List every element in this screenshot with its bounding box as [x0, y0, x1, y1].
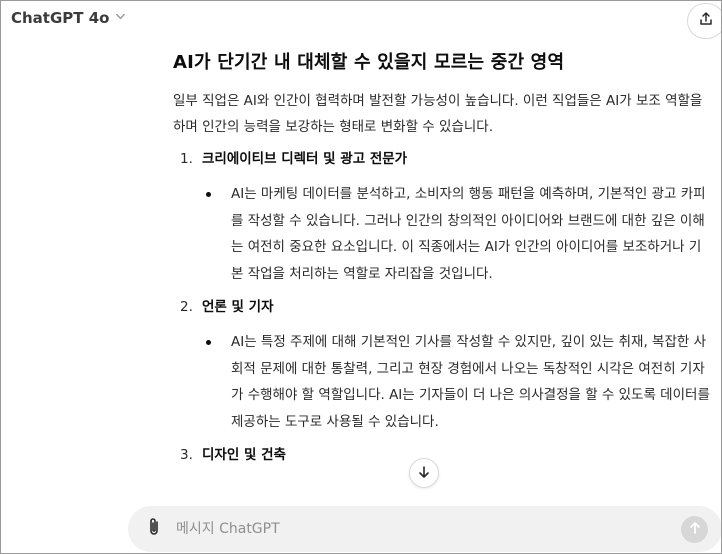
- arrow-up-icon: [688, 520, 702, 539]
- list-item: 2. 언론 및 기자 AI는 특정 주제에 대해 기본적인 기사를 작성할 수 …: [173, 294, 713, 435]
- list-item-title: 크리에이티브 디렉터 및 광고 전문가: [202, 151, 408, 167]
- paperclip-icon: [147, 517, 161, 541]
- list-item-title: 언론 및 기자: [202, 299, 274, 315]
- numbered-list: 1. 크리에이티브 디렉터 및 광고 전문가 AI는 마케팅 데이터를 분석하고…: [173, 146, 713, 468]
- attach-button[interactable]: [144, 517, 164, 541]
- model-name: ChatGPT 4o: [11, 9, 110, 27]
- chat-window: ChatGPT 4o AI가 단기간 내 대체할 수 있을지 모르는 중간 영역…: [0, 0, 722, 554]
- list-item-title: 디자인 및 건축: [202, 447, 286, 463]
- arrow-down-icon: [417, 464, 431, 483]
- bullet-dot: [206, 192, 211, 197]
- section-heading: AI가 단기간 내 대체할 수 있을지 모르는 중간 영역: [173, 52, 565, 73]
- send-button[interactable]: [681, 516, 708, 543]
- assistant-message: AI가 단기간 내 대체할 수 있을지 모르는 중간 영역 일부 직업은 AI와…: [173, 48, 713, 468]
- intro-paragraph: 일부 직업은 AI와 인간이 협력하며 발전할 가능성이 높습니다. 이런 직업…: [173, 93, 703, 135]
- list-number: 3.: [180, 447, 193, 463]
- share-button[interactable]: [687, 3, 721, 39]
- list-item: 3. 디자인 및 건축: [173, 442, 713, 468]
- bullet-item: AI는 특정 주제에 대해 기본적인 기사를 작성할 수 있지만, 깊이 있는 …: [206, 329, 713, 435]
- list-item: 1. 크리에이티브 디렉터 및 광고 전문가 AI는 마케팅 데이터를 분석하고…: [173, 146, 713, 287]
- bullet-dot: [206, 340, 211, 345]
- list-number: 2.: [180, 299, 193, 315]
- bullet-text: AI는 특정 주제에 대해 기본적인 기사를 작성할 수 있지만, 깊이 있는 …: [231, 334, 710, 430]
- chevron-down-icon: [115, 11, 126, 25]
- bullet-item: AI는 마케팅 데이터를 분석하고, 소비자의 행동 패턴을 예측하며, 기본적…: [206, 181, 713, 287]
- list-number: 1.: [180, 151, 193, 167]
- model-selector[interactable]: ChatGPT 4o: [11, 9, 126, 27]
- bullet-text: AI는 마케팅 데이터를 분석하고, 소비자의 행동 패턴을 예측하며, 기본적…: [231, 186, 706, 282]
- message-composer: [128, 506, 721, 552]
- scroll-to-bottom-button[interactable]: [409, 458, 439, 488]
- message-input[interactable]: [176, 519, 656, 539]
- share-icon: [698, 11, 714, 31]
- top-bar: ChatGPT 4o: [1, 1, 721, 39]
